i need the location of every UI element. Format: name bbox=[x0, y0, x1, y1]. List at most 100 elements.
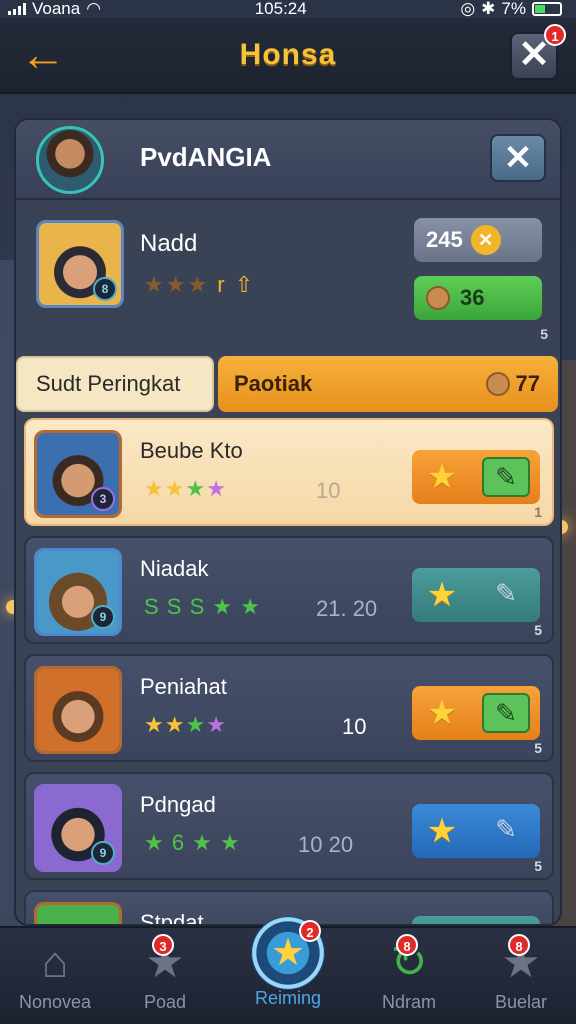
level-badge: 3 bbox=[91, 487, 115, 511]
corner-number: 5 bbox=[534, 622, 542, 638]
nav-label: Nonovea bbox=[18, 992, 92, 1012]
pencil-icon: ✎ bbox=[495, 814, 517, 844]
hero-portrait: 9 bbox=[34, 548, 122, 636]
signal-icon bbox=[8, 3, 26, 15]
favorite-button[interactable]: ★ bbox=[422, 693, 462, 733]
player-stars: ★★★ r ⇧ bbox=[144, 272, 255, 298]
nav-label: Ndram bbox=[381, 992, 436, 1012]
favorite-button[interactable]: ★ bbox=[422, 811, 462, 851]
notification-badge: 3 bbox=[152, 934, 174, 956]
star-icon: ★ bbox=[426, 812, 458, 850]
tab-points[interactable]: Paotiak 77 bbox=[218, 356, 558, 412]
star-rating: ★★★ bbox=[144, 272, 210, 297]
bronze-coin-icon bbox=[485, 372, 510, 396]
hero-name: Pdngad bbox=[140, 792, 216, 817]
star-rating: ★★★★ bbox=[144, 476, 227, 501]
list-item[interactable]: 9 Niadak S S S ★ ★ 21. 20 ★ ✎ 5 bbox=[24, 536, 554, 644]
coin-add-icon[interactable]: ✕ bbox=[470, 225, 501, 255]
coin-amount: 245 bbox=[426, 227, 463, 252]
row-actions: ★ ✎ bbox=[412, 804, 540, 858]
pencil-icon: ✎ bbox=[495, 578, 517, 608]
pencil-icon: ✎ bbox=[495, 698, 517, 728]
star-icon: ★ bbox=[426, 694, 458, 732]
hero-score: 10 bbox=[316, 478, 341, 503]
gem-amount: 36 bbox=[460, 285, 485, 310]
pencil-icon: ✎ bbox=[495, 462, 517, 492]
page-title: Honsa bbox=[239, 38, 337, 71]
nav-ranking[interactable]: ★ 2 Reiming bbox=[233, 916, 343, 1022]
nav-road[interactable]: ★ 3 Poad bbox=[110, 934, 220, 1022]
edit-button[interactable]: ✎ bbox=[482, 811, 530, 851]
hero-name: Niadak bbox=[140, 556, 209, 581]
tab-bar: Sudt Peringkat Paotiak 77 bbox=[16, 356, 560, 414]
notification-badge: 8 bbox=[396, 934, 418, 956]
notification-badge: 8 bbox=[508, 934, 530, 956]
hero-name: Peniahat bbox=[140, 674, 227, 699]
corner-number: 1 bbox=[534, 504, 542, 520]
star-rating: ★★★★ bbox=[144, 712, 227, 737]
coin-counter[interactable]: 245 ✕ bbox=[414, 218, 542, 262]
header: ← Honsa ✕ 1 bbox=[0, 18, 576, 94]
star-rating: ★ 6 ★ ★ bbox=[144, 830, 241, 855]
star-icon: ★ 8 bbox=[494, 934, 548, 988]
favorite-button[interactable]: ★ bbox=[422, 457, 462, 497]
close-icon: ✕ bbox=[503, 139, 533, 177]
refresh-icon: ↻ 8 bbox=[382, 934, 436, 988]
nav-label: Buelar bbox=[494, 992, 548, 1012]
corner-number: 5 bbox=[534, 858, 542, 874]
hero-portrait bbox=[34, 666, 122, 754]
notification-badge: 2 bbox=[299, 920, 321, 942]
list-item[interactable]: 9 Pdngad ★ 6 ★ ★ 10 20 ★ ✎ 5 bbox=[24, 772, 554, 880]
carrier-name: Voana bbox=[32, 0, 81, 18]
edit-button[interactable]: ✎ bbox=[482, 575, 530, 615]
panel-close-button[interactable]: ✕ bbox=[490, 134, 546, 182]
battery-percent: 7% bbox=[501, 0, 526, 18]
panel-header: PvdANGIA ✕ bbox=[16, 120, 560, 200]
alarm-icon: ◎ bbox=[460, 0, 476, 18]
hero-portrait: 3 bbox=[34, 430, 122, 518]
edit-button[interactable]: ✎ bbox=[482, 457, 530, 497]
level-badge: 9 bbox=[91, 841, 115, 865]
back-button[interactable]: ← bbox=[18, 31, 68, 78]
hero-name: Stpdat bbox=[140, 910, 204, 926]
nav-home[interactable]: ⌂ Nonovea bbox=[0, 938, 110, 1022]
row-actions: ★ ✎ bbox=[412, 686, 540, 740]
notification-badge: 1 bbox=[544, 24, 566, 46]
clock: 105:24 bbox=[254, 0, 307, 18]
hero-score: 21. 20 bbox=[316, 596, 378, 621]
list-item[interactable]: 3 Beube Kto ★★★★ 10 ★ ✎ 1 bbox=[24, 418, 554, 526]
avatar[interactable] bbox=[36, 126, 104, 194]
bottom-nav: ⌂ Nonovea ★ 3 Poad ★ 2 Reiming ↻ 8 Ndram… bbox=[0, 916, 576, 1024]
nav-label: Poad bbox=[143, 992, 187, 1012]
panel-title: PvdANGIA bbox=[140, 142, 272, 172]
edit-button[interactable]: ✎ bbox=[482, 693, 530, 733]
bluetooth-icon: ✱ bbox=[481, 0, 496, 18]
player-portrait[interactable]: 8 bbox=[36, 220, 124, 308]
nav-reward[interactable]: ↻ 8 Ndram bbox=[354, 934, 464, 1022]
nav-bear[interactable]: ★ 8 Buelar bbox=[466, 934, 576, 1022]
tab-ranking[interactable]: Sudt Peringkat bbox=[16, 356, 214, 412]
level-badge: 9 bbox=[91, 605, 115, 629]
points-total: 77 bbox=[485, 371, 540, 397]
bronze-coin-icon bbox=[426, 286, 450, 310]
star-icon: ★ bbox=[426, 458, 458, 496]
corner-number: 5 bbox=[534, 740, 542, 756]
hero-name: Beube Kto bbox=[140, 438, 243, 463]
close-button[interactable]: ✕ 1 bbox=[510, 24, 566, 80]
points-value: 77 bbox=[515, 371, 540, 396]
status-bar: Voana ◠ 105:24 ◎ ✱ 7% bbox=[0, 0, 576, 18]
arrow-left-icon: ← bbox=[20, 28, 66, 80]
list-item[interactable]: Peniahat ★★★★ 10 ★ ✎ 5 bbox=[24, 654, 554, 762]
favorite-button[interactable]: ★ bbox=[422, 575, 462, 615]
hero-score: 10 20 bbox=[298, 832, 354, 857]
tab-points-label: Paotiak bbox=[234, 371, 313, 396]
star-icon: ★ 3 bbox=[138, 934, 192, 988]
nav-label: Reiming bbox=[254, 988, 322, 1008]
player-profile: 8 Nadd ★★★ r ⇧ 245 ✕ 36 5 bbox=[16, 202, 560, 354]
level-badge: 8 bbox=[93, 277, 117, 301]
wifi-icon: ◠ bbox=[86, 0, 102, 18]
corner-number: 5 bbox=[540, 326, 548, 342]
gem-counter[interactable]: 36 bbox=[414, 276, 542, 320]
ranking-icon: ★ 2 bbox=[251, 916, 325, 990]
ranking-panel: PvdANGIA ✕ 8 Nadd ★★★ r ⇧ 245 ✕ 36 5 Sud… bbox=[14, 118, 562, 926]
